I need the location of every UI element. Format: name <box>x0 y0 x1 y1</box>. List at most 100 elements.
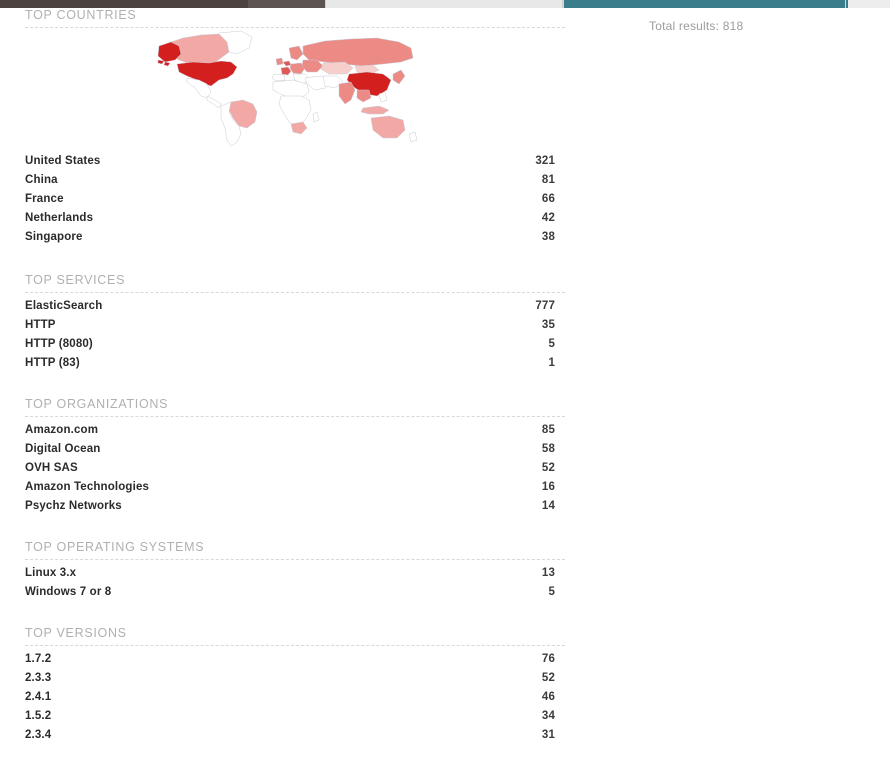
facet-row[interactable]: China 81 <box>25 171 565 190</box>
tab-strip-active[interactable] <box>325 0 563 8</box>
facet-row-value: 85 <box>541 424 555 436</box>
facet-row-label: 2.3.3 <box>25 672 52 684</box>
facet-top-countries: TOP COUNTRIES United States 321 China 81… <box>25 8 565 247</box>
facet-spacer <box>25 516 565 540</box>
region-spain <box>271 73 286 82</box>
facet-row-value: 5 <box>548 338 555 350</box>
facet-row-value: 46 <box>541 691 555 703</box>
facet-row-value: 76 <box>541 653 555 665</box>
facet-row-label: Psychz Networks <box>25 500 122 512</box>
facet-spacer <box>25 373 565 397</box>
region-japan <box>392 69 406 85</box>
facet-title-top-operating-systems: TOP OPERATING SYSTEMS <box>25 540 565 560</box>
facet-title-top-versions: TOP VERSIONS <box>25 626 565 646</box>
region-uk <box>275 57 284 66</box>
region-central-america <box>206 95 222 109</box>
facet-row-label: 1.5.2 <box>25 710 52 722</box>
facet-rows-top-organizations: Amazon.com 85 Digital Ocean 58 OVH SAS 5… <box>25 417 565 516</box>
facet-row[interactable]: Linux 3.x 13 <box>25 564 565 583</box>
region-new-zealand <box>408 131 418 143</box>
region-france <box>280 66 292 76</box>
facet-row-label: 2.4.1 <box>25 691 52 703</box>
facet-row[interactable]: Amazon Technologies 16 <box>25 478 565 497</box>
facet-row[interactable]: 2.4.1 46 <box>25 688 565 707</box>
facet-row-label: Amazon Technologies <box>25 481 150 493</box>
facet-top-versions: TOP VERSIONS 1.7.2 76 2.3.3 52 2.4.1 46 … <box>25 626 565 745</box>
facet-row[interactable]: United States 321 <box>25 152 565 171</box>
tab-strip-dark-left[interactable] <box>0 0 248 8</box>
facet-row-label: China <box>25 174 58 186</box>
facet-row[interactable]: HTTP (83) 1 <box>25 354 565 373</box>
region-russia <box>302 37 414 67</box>
facet-rows-top-versions: 1.7.2 76 2.3.3 52 2.4.1 46 1.5.2 34 2.3.… <box>25 646 565 745</box>
facet-row-label: ElasticSearch <box>25 300 103 312</box>
facet-row-value: 777 <box>535 300 555 312</box>
facet-row-value: 31 <box>541 729 555 741</box>
region-philippines <box>378 91 388 103</box>
facet-row[interactable]: 1.5.2 34 <box>25 707 565 726</box>
world-choropleth-map <box>25 28 565 148</box>
facet-row[interactable]: 1.7.2 76 <box>25 650 565 669</box>
region-aleutians-2 <box>163 61 171 67</box>
facet-row-label: 2.3.4 <box>25 729 52 741</box>
facet-row[interactable]: HTTP 35 <box>25 316 565 335</box>
facet-row[interactable]: HTTP (8080) 5 <box>25 335 565 354</box>
region-aleutians <box>157 59 165 65</box>
facet-row-value: 66 <box>541 193 555 205</box>
facet-spacer <box>25 602 565 626</box>
facet-row-label: HTTP <box>25 319 56 331</box>
facet-row-value: 52 <box>541 462 555 474</box>
facet-row-label: OVH SAS <box>25 462 78 474</box>
facet-row-label: France <box>25 193 64 205</box>
facet-spacer <box>25 247 565 273</box>
facet-rows-top-services: ElasticSearch 777 HTTP 35 HTTP (8080) 5 … <box>25 293 565 373</box>
tab-strip-dark-right[interactable] <box>248 0 325 8</box>
facet-row-value: 42 <box>541 212 555 224</box>
facet-row-value: 16 <box>541 481 555 493</box>
facet-top-organizations: TOP ORGANIZATIONS Amazon.com 85 Digital … <box>25 397 565 516</box>
facet-row[interactable]: Netherlands 42 <box>25 209 565 228</box>
region-indonesia <box>360 105 390 115</box>
facet-row-label: HTTP (8080) <box>25 338 93 350</box>
facet-row[interactable]: 2.3.3 52 <box>25 669 565 688</box>
tab-strip-teal-1[interactable] <box>563 0 845 8</box>
facet-row[interactable]: Amazon.com 85 <box>25 421 565 440</box>
total-results-label: Total results: 818 <box>649 19 744 33</box>
facet-row-label: Singapore <box>25 231 83 243</box>
facet-row-value: 35 <box>541 319 555 331</box>
facet-row-value: 52 <box>541 672 555 684</box>
facet-row-label: HTTP (83) <box>25 357 80 369</box>
facet-row-value: 13 <box>541 567 555 579</box>
facet-title-top-services: TOP SERVICES <box>25 273 565 293</box>
region-madagascar <box>312 111 320 123</box>
facet-row-value: 58 <box>541 443 555 455</box>
facet-row-value: 14 <box>541 500 555 512</box>
facet-row[interactable]: Psychz Networks 14 <box>25 497 565 516</box>
facet-row-label: Netherlands <box>25 212 94 224</box>
facet-rows-top-operating-systems: Linux 3.x 13 Windows 7 or 8 5 <box>25 560 565 602</box>
region-southeast-asia <box>356 89 372 103</box>
facet-top-operating-systems: TOP OPERATING SYSTEMS Linux 3.x 13 Windo… <box>25 540 565 602</box>
facet-row-label: Digital Ocean <box>25 443 101 455</box>
facet-row[interactable]: Singapore 38 <box>25 228 565 247</box>
region-australia <box>370 115 406 139</box>
facet-list: TOP COUNTRIES United States 321 China 81… <box>25 8 565 745</box>
facet-title-top-countries: TOP COUNTRIES <box>25 8 565 28</box>
facet-row[interactable]: ElasticSearch 777 <box>25 297 565 316</box>
facet-row[interactable]: France 66 <box>25 190 565 209</box>
world-map-svg <box>157 30 418 147</box>
facet-row-value: 34 <box>541 710 555 722</box>
facet-row-value: 1 <box>548 357 555 369</box>
region-south-africa <box>290 121 308 135</box>
facet-title-top-organizations: TOP ORGANIZATIONS <box>25 397 565 417</box>
facet-row[interactable]: 2.3.4 31 <box>25 726 565 745</box>
region-eastern-europe <box>301 59 324 73</box>
facet-row[interactable]: Windows 7 or 8 5 <box>25 583 565 602</box>
facet-row[interactable]: OVH SAS 52 <box>25 459 565 478</box>
facet-row-value: 81 <box>541 174 555 186</box>
facet-top-services: TOP SERVICES ElasticSearch 777 HTTP 35 H… <box>25 273 565 373</box>
facet-row[interactable]: Digital Ocean 58 <box>25 440 565 459</box>
facet-row-label: 1.7.2 <box>25 653 52 665</box>
tab-strip-light[interactable] <box>848 0 890 8</box>
browser-tab-strip <box>0 0 890 8</box>
